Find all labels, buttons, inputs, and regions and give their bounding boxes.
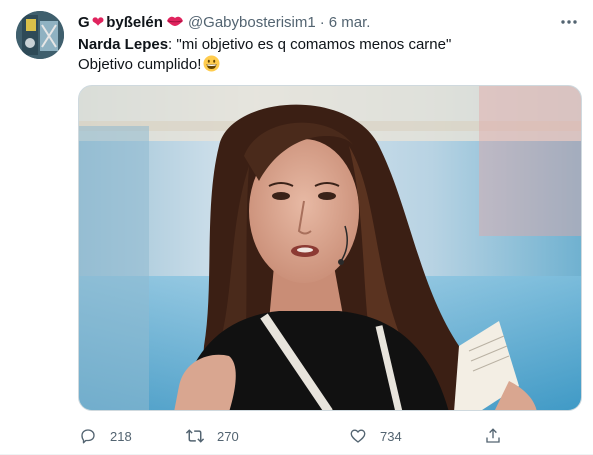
reply-button[interactable]: 218 [78,426,132,446]
quoted-speaker: Narda Lepes [78,36,169,53]
grinning-face-emoji-icon [203,55,220,72]
tweet[interactable]: G ❤ byßelén @Gabybosterisim1 · 6 mar. Na… [0,0,593,455]
quote-text: : "mi objetivo es q comamos menos carne" [168,36,452,53]
tweet-text-line2: Objetivo cumplido! [78,55,578,75]
like-button[interactable]: 734 [348,426,402,446]
like-heart-icon [348,426,368,446]
avatar[interactable] [16,11,64,59]
user-handle[interactable]: @Gabybosterisim1 [188,14,316,31]
retweet-button[interactable]: 270 [185,426,239,446]
more-options-button[interactable] [557,10,581,34]
heart-icon: ❤ [91,14,105,31]
tweet-text: Narda Lepes: "mi objetivo es q comamos m… [78,35,578,75]
like-count: 734 [380,428,402,444]
profile-avatar-image [16,11,64,59]
more-dots-icon [561,20,577,24]
kiss-mark-icon [166,14,184,31]
tweet-date[interactable]: 6 mar. [329,14,371,31]
tweet-actions: 218 270 734 [78,422,518,450]
photo-woman-speaking [79,86,581,410]
comment-text: Objetivo cumplido! [78,56,202,73]
tweet-header: G ❤ byßelén @Gabybosterisim1 · 6 mar. [78,12,581,32]
display-name-part1: G [78,13,90,31]
reply-count: 218 [110,428,132,444]
reply-icon [78,426,98,446]
display-name-part2: byßelén [106,13,163,31]
display-name[interactable]: G ❤ byßelén [78,13,184,31]
share-icon [483,426,503,446]
retweet-count: 270 [217,428,239,444]
tweet-media-photo[interactable] [78,85,582,411]
share-button[interactable] [483,426,503,446]
tweet-text-line1: Narda Lepes: "mi objetivo es q comamos m… [78,35,578,55]
separator-dot: · [319,13,325,31]
retweet-icon [185,426,205,446]
